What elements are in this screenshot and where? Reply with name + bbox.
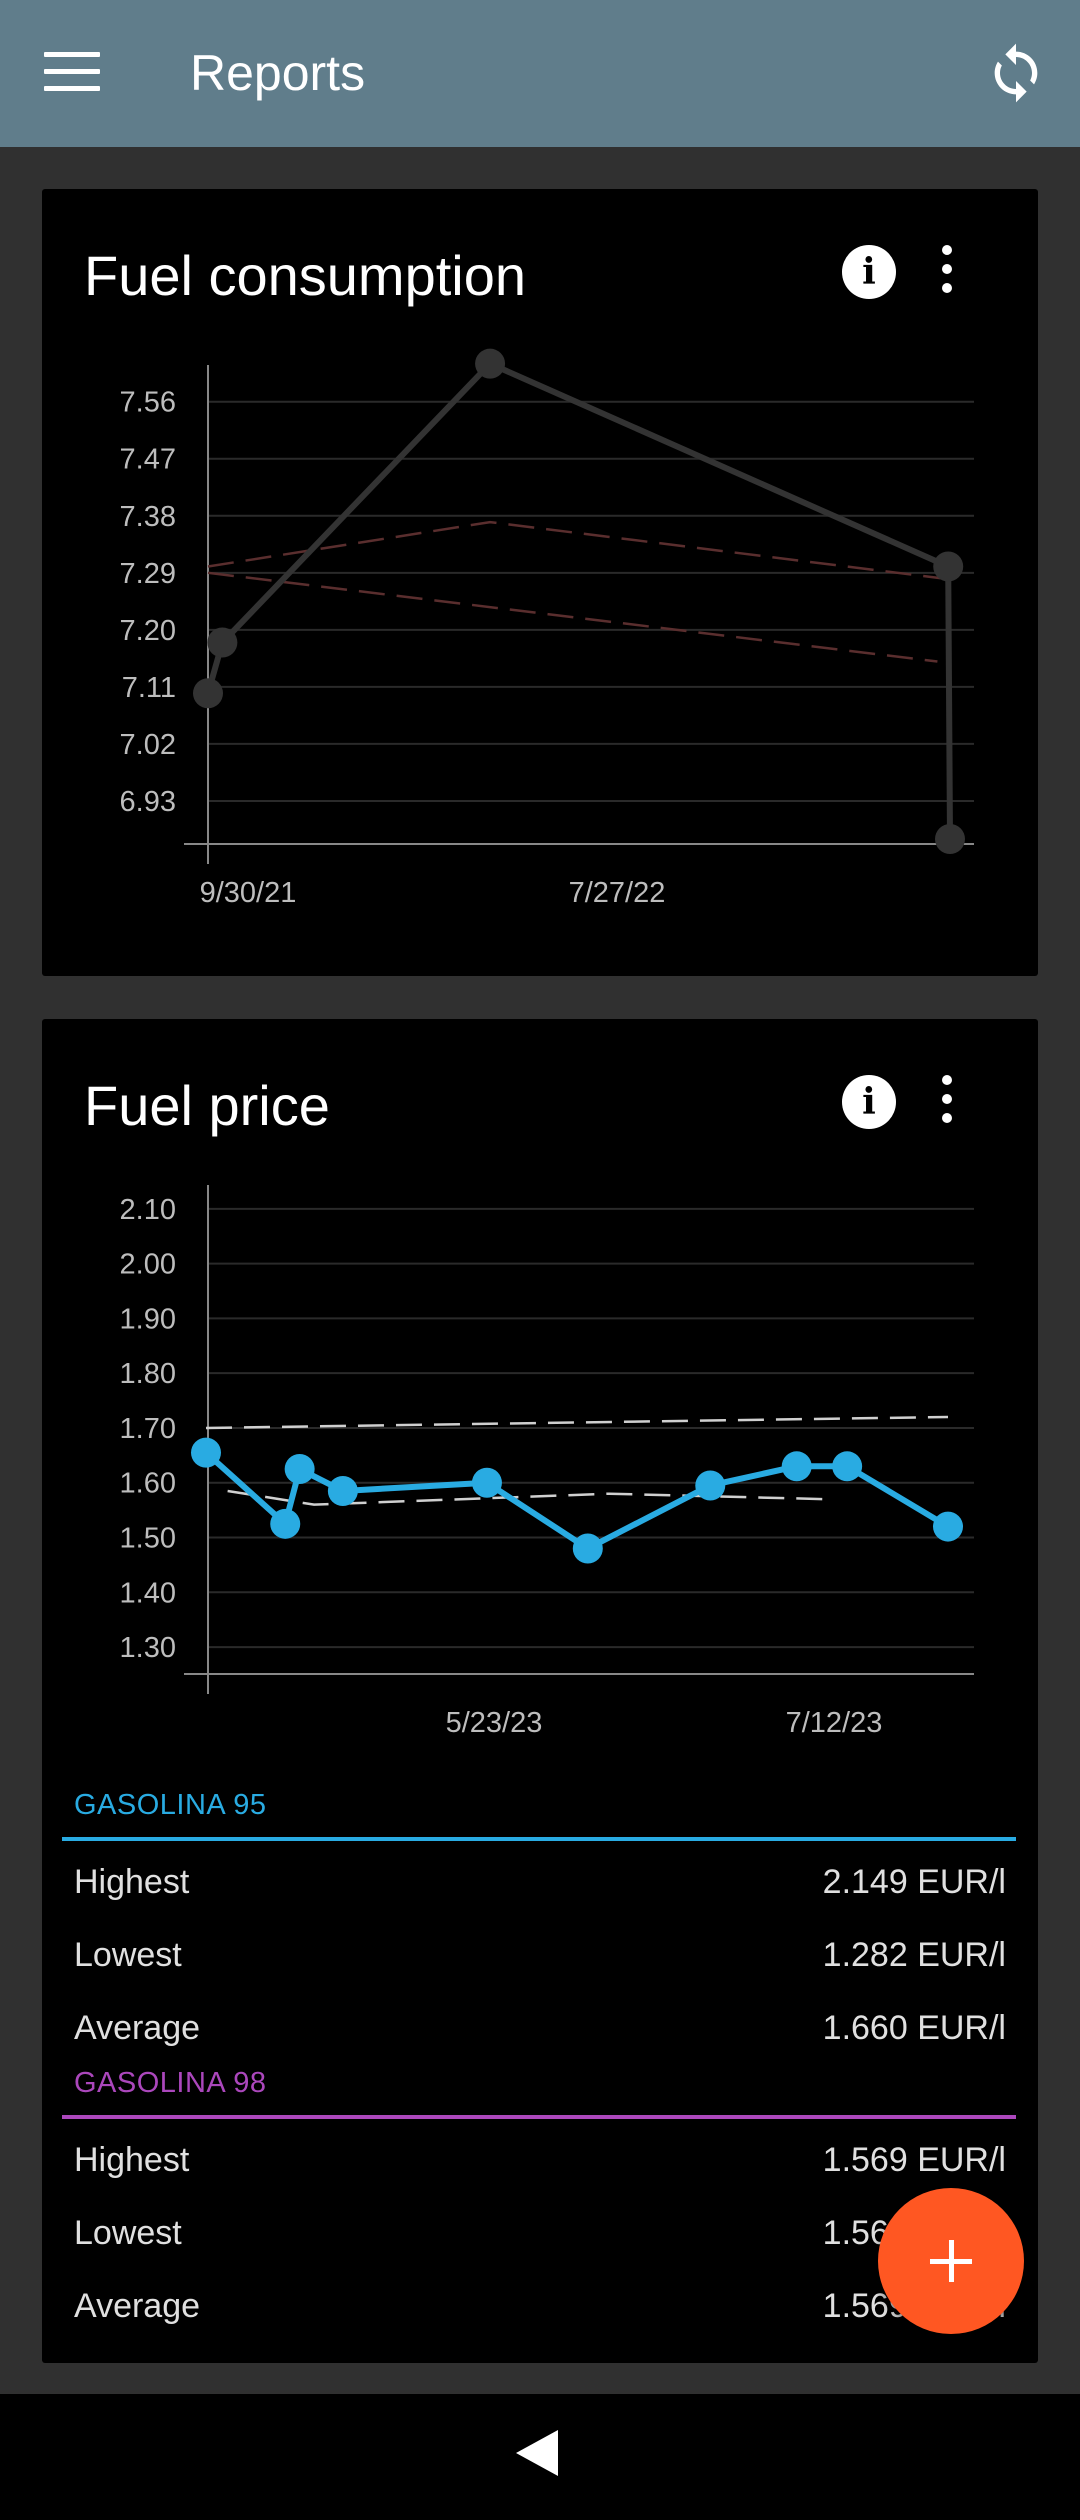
stat-group-divider — [62, 1837, 1016, 1841]
data-point — [933, 551, 964, 582]
data-point — [207, 627, 238, 658]
y-tick-label: 1.50 — [120, 1523, 176, 1555]
trend-line — [207, 520, 949, 581]
stat-value: 1.282 EUR/l — [822, 1936, 1006, 1974]
x-tick-label: 9/30/21 — [200, 877, 297, 909]
data-point — [284, 1454, 315, 1485]
stat-value: 1.569 EUR/l — [822, 2141, 1006, 2179]
trend-line — [207, 571, 938, 663]
data-point — [270, 1508, 301, 1539]
more-vert-icon[interactable] — [932, 1075, 962, 1131]
trend-line — [227, 1489, 826, 1506]
data-point — [327, 1475, 358, 1506]
back-triangle-icon[interactable] — [514, 2428, 560, 2478]
x-tick-label: 7/12/23 — [786, 1707, 883, 1739]
stat-label: Lowest — [74, 2214, 182, 2252]
more-vert-icon[interactable] — [932, 245, 962, 301]
y-tick-label: 7.38 — [120, 501, 176, 533]
y-tick-label: 1.80 — [120, 1358, 176, 1390]
data-point — [475, 348, 506, 379]
x-tick-label: 7/27/22 — [569, 877, 666, 909]
y-tick-label: 1.60 — [120, 1468, 176, 1500]
data-point — [933, 1511, 963, 1542]
stat-value: 2.149 EUR/l — [822, 1863, 1006, 1901]
y-tick-label: 7.02 — [120, 729, 176, 761]
stat-value: 1.660 EUR/l — [822, 2009, 1006, 2047]
info-icon[interactable]: i — [842, 245, 896, 299]
page-title: Reports — [190, 45, 366, 101]
y-tick-label: 7.29 — [120, 558, 176, 590]
y-tick-label: 2.10 — [120, 1194, 176, 1226]
card-title: Fuel price — [84, 1074, 330, 1137]
hamburger-menu-icon[interactable] — [44, 52, 100, 94]
data-point — [935, 824, 965, 854]
system-nav-bar — [0, 2394, 1080, 2520]
data-point — [471, 1467, 502, 1498]
stat-group-divider — [62, 2115, 1016, 2119]
y-tick-label: 1.90 — [120, 1303, 176, 1335]
y-tick-label: 1.30 — [120, 1632, 176, 1664]
data-point — [572, 1533, 603, 1564]
trend-line — [205, 1415, 949, 1430]
y-tick-label: 7.11 — [122, 672, 176, 704]
stat-label: Lowest — [74, 1936, 182, 1974]
add-icon[interactable] — [878, 2188, 1024, 2334]
y-tick-label: 1.70 — [120, 1413, 176, 1445]
series-line — [205, 360, 953, 840]
sync-icon[interactable] — [984, 38, 1048, 108]
y-tick-label: 1.40 — [120, 1577, 176, 1609]
stat-label: Average — [74, 2009, 201, 2047]
x-tick-label: 5/23/23 — [446, 1707, 543, 1739]
stat-label: Average — [74, 2287, 201, 2325]
stat-group-name: GASOLINA 98 — [74, 2067, 267, 2099]
data-point — [832, 1451, 863, 1482]
fuel-consumption-card: Fuel consumption i 7.56 7.47 7.38 7.29 7.20 7… — [42, 189, 1038, 976]
y-tick-label: 7.20 — [120, 615, 176, 647]
data-point — [781, 1451, 812, 1482]
stat-label: Highest — [74, 1863, 190, 1901]
fuel-consumption-chart: 7.56 7.47 7.38 7.29 7.20 7.11 7.02 6.93 9/30/21 7… — [120, 348, 974, 909]
app-bar: Reports — [0, 0, 1080, 147]
y-tick-label: 6.93 — [120, 786, 176, 818]
fuel-price-chart: 2.10 2.00 1.90 1.80 1.70 1.60 1.50 1.40 1.30 5/23… — [120, 1185, 974, 1739]
data-point — [191, 1437, 221, 1468]
data-point — [695, 1470, 726, 1501]
info-icon[interactable]: i — [842, 1075, 896, 1129]
y-tick-label: 2.00 — [120, 1249, 176, 1281]
card-title: Fuel consumption — [84, 244, 527, 307]
stat-group-name: GASOLINA 95 — [74, 1789, 267, 1821]
data-point — [193, 678, 223, 709]
fuel-price-card: Fuel price i 2.10 2.00 1.90 1.80 1.70 1.60 1.5… — [42, 1019, 1038, 2363]
y-tick-label: 7.47 — [120, 444, 176, 476]
stat-label: Highest — [74, 2141, 190, 2179]
y-tick-label: 7.56 — [120, 387, 176, 419]
